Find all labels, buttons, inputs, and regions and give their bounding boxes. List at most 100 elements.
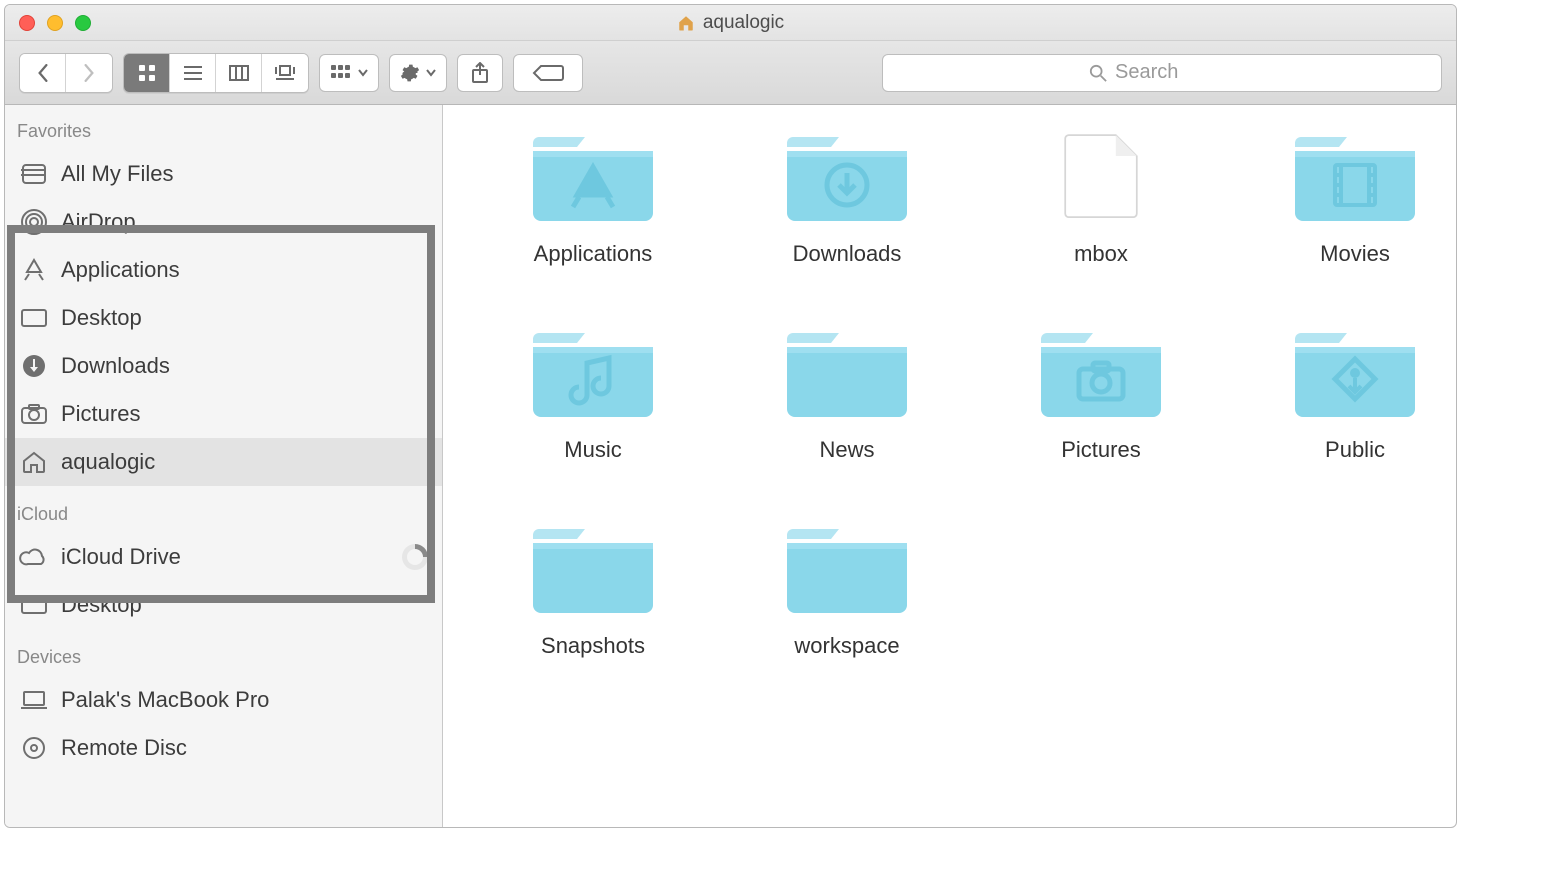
sidebar-item-label: Desktop: [61, 592, 142, 618]
chevron-right-icon: [82, 64, 96, 82]
view-columns-button[interactable]: [216, 54, 262, 92]
sidebar-section-favorites: Favorites: [5, 113, 442, 150]
sidebar-item-label: Applications: [61, 257, 180, 283]
sidebar-section-icloud: iCloud: [5, 496, 442, 533]
finder-window: aqualogic: [4, 4, 1457, 828]
desktop-icon: [19, 305, 49, 331]
action-button[interactable]: [389, 54, 447, 92]
sidebar-item-downloads[interactable]: Downloads: [5, 342, 442, 390]
grid-item-mbox[interactable]: mbox: [981, 127, 1221, 267]
applications-icon: [19, 257, 49, 283]
grid-item-label: Music: [564, 437, 621, 463]
folder-icon: [1041, 323, 1161, 423]
folder-icon: [787, 519, 907, 619]
grid-item-news[interactable]: News: [727, 323, 967, 463]
sidebar-item-label: Palak's MacBook Pro: [61, 687, 269, 713]
icloud-progress-icon: [402, 544, 428, 570]
grid-item-label: News: [819, 437, 874, 463]
folder-icon: [1295, 323, 1415, 423]
coverflow-icon: [273, 64, 297, 82]
chevron-down-icon: [358, 69, 368, 77]
sidebar-item-aqualogic[interactable]: aqualogic: [5, 438, 442, 486]
sidebar: Favorites All My Files AirDrop Applicati…: [5, 105, 443, 827]
sidebar-item-label: Downloads: [61, 353, 170, 379]
search-icon: [1089, 64, 1107, 82]
sidebar-item-all-my-files[interactable]: All My Files: [5, 150, 442, 198]
grid-item-snapshots[interactable]: Snapshots: [473, 519, 713, 659]
arrange-icon: [330, 64, 352, 82]
grid-item-label: Downloads: [793, 241, 902, 267]
file-icon: [1041, 127, 1161, 227]
grid-item-label: workspace: [794, 633, 899, 659]
grid-item-public[interactable]: Public: [1235, 323, 1456, 463]
tags-button[interactable]: [513, 54, 583, 92]
window-body: Favorites All My Files AirDrop Applicati…: [5, 105, 1456, 827]
tray-icon: [19, 161, 49, 187]
content-area[interactable]: Applications Downloads mbox Movies Music News…: [443, 105, 1456, 827]
grid-item-label: Applications: [534, 241, 653, 267]
grid-item-applications[interactable]: Applications: [473, 127, 713, 267]
sidebar-item-label: aqualogic: [61, 449, 155, 475]
sidebar-item-pictures[interactable]: Pictures: [5, 390, 442, 438]
grid-item-pictures[interactable]: Pictures: [981, 323, 1221, 463]
grid-item-label: Public: [1325, 437, 1385, 463]
sidebar-item-desktop[interactable]: Desktop: [5, 294, 442, 342]
zoom-window-button[interactable]: [75, 15, 91, 31]
back-button[interactable]: [20, 54, 66, 92]
window-title: aqualogic: [5, 12, 1456, 34]
grid-item-label: mbox: [1074, 241, 1128, 267]
chevron-down-icon: [426, 69, 436, 77]
toolbar: [5, 41, 1456, 105]
sidebar-item-label: Remote Disc: [61, 735, 187, 761]
folder-icon: [533, 127, 653, 227]
grid-icon: [137, 63, 157, 83]
view-coverflow-button[interactable]: [262, 54, 308, 92]
folder-icon: [787, 127, 907, 227]
sidebar-item-applications[interactable]: Applications: [5, 246, 442, 294]
grid-item-label: Snapshots: [541, 633, 645, 659]
sidebar-item-label: Desktop: [61, 305, 142, 331]
columns-icon: [228, 64, 250, 82]
window-controls: [19, 15, 91, 31]
view-list-button[interactable]: [170, 54, 216, 92]
sidebar-section-devices: Devices: [5, 639, 442, 676]
folder-icon: [533, 323, 653, 423]
search-input[interactable]: [1115, 61, 1235, 84]
grid-item-workspace[interactable]: workspace: [727, 519, 967, 659]
desktop-icon: [19, 592, 49, 618]
minimize-window-button[interactable]: [47, 15, 63, 31]
home-icon: [19, 449, 49, 475]
sidebar-item-icloud-drive[interactable]: iCloud Drive: [5, 533, 442, 581]
grid-item-label: Movies: [1320, 241, 1390, 267]
sidebar-item-icloud-desktop[interactable]: Desktop: [5, 581, 442, 629]
grid-item-downloads[interactable]: Downloads: [727, 127, 967, 267]
folder-icon: [533, 519, 653, 619]
folder-icon: [787, 323, 907, 423]
view-icons-button[interactable]: [124, 54, 170, 92]
folder-icon: [1295, 127, 1415, 227]
forward-button[interactable]: [66, 54, 112, 92]
airdrop-icon: [19, 209, 49, 235]
window-title-text: aqualogic: [703, 12, 784, 34]
arrange-button[interactable]: [319, 54, 379, 92]
chevron-left-icon: [36, 64, 50, 82]
search-field[interactable]: [882, 54, 1442, 92]
sidebar-item-macbook[interactable]: Palak's MacBook Pro: [5, 676, 442, 724]
share-button[interactable]: [457, 54, 503, 92]
list-icon: [182, 64, 204, 82]
sidebar-item-label: iCloud Drive: [61, 544, 181, 570]
nav-buttons: [19, 53, 113, 93]
view-switcher: [123, 53, 309, 93]
gear-icon: [400, 63, 420, 83]
sidebar-item-remote-disc[interactable]: Remote Disc: [5, 724, 442, 772]
item-grid: Applications Downloads mbox Movies Music News…: [473, 127, 1436, 659]
share-icon: [471, 62, 489, 84]
grid-item-movies[interactable]: Movies: [1235, 127, 1456, 267]
sidebar-item-label: AirDrop: [61, 209, 136, 235]
sidebar-item-label: All My Files: [61, 161, 173, 187]
close-window-button[interactable]: [19, 15, 35, 31]
camera-icon: [19, 401, 49, 427]
grid-item-label: Pictures: [1061, 437, 1140, 463]
sidebar-item-airdrop[interactable]: AirDrop: [5, 198, 442, 246]
grid-item-music[interactable]: Music: [473, 323, 713, 463]
